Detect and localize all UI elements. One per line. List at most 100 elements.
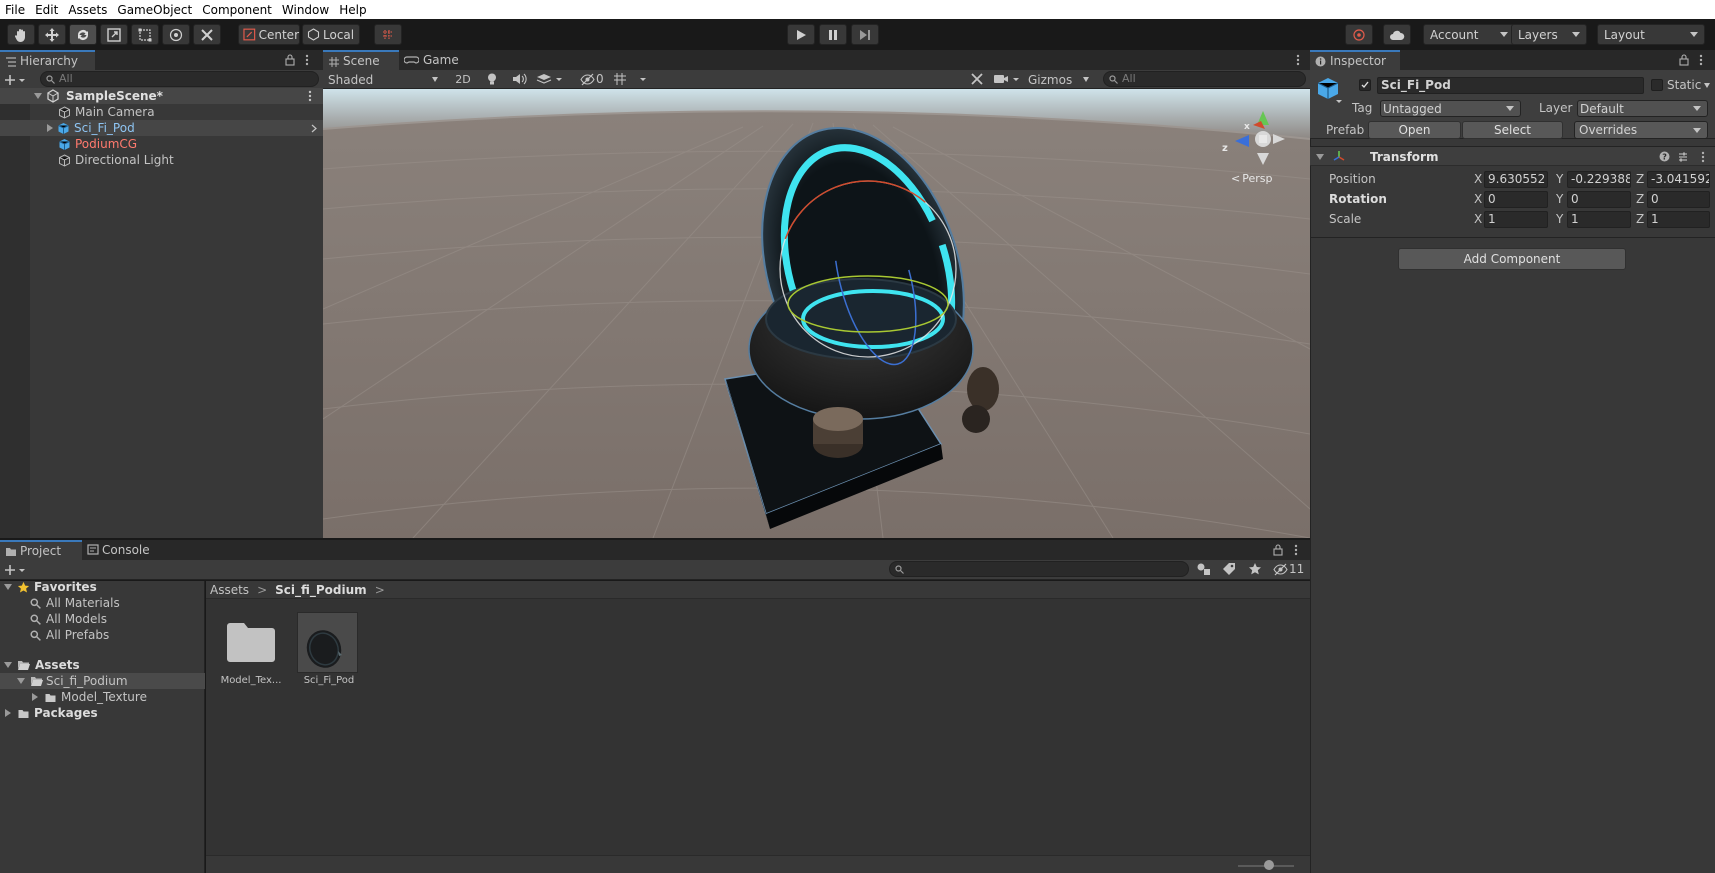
tree-fav-all-prefabs[interactable]: All Prefabs xyxy=(0,627,205,643)
layers-dropdown[interactable]: Layers xyxy=(1511,24,1587,45)
lighting-toggle[interactable] xyxy=(485,72,499,86)
tree-packages[interactable]: Packages xyxy=(0,705,205,721)
rotate-tool-button[interactable] xyxy=(69,24,97,45)
move-tool-button[interactable] xyxy=(38,24,66,45)
position-z-field[interactable]: -3.041592 xyxy=(1647,171,1710,188)
grid-toggle[interactable] xyxy=(612,72,646,86)
position-y-field[interactable]: -0.229388 xyxy=(1567,171,1631,188)
menu-edit[interactable]: Edit xyxy=(30,3,63,17)
help-icon[interactable]: ? xyxy=(1659,151,1670,162)
tree-fav-all-models[interactable]: All Models xyxy=(0,611,205,627)
effects-toggle[interactable] xyxy=(536,72,562,86)
kebab-menu-icon[interactable] xyxy=(1294,544,1298,556)
add-component-button[interactable]: Add Component xyxy=(1398,248,1626,270)
asset-tile-model-texture[interactable]: Model_Tex... xyxy=(218,611,284,691)
step-button[interactable] xyxy=(851,24,879,45)
kebab-menu-icon[interactable] xyxy=(1296,54,1300,66)
scale-z-field[interactable]: 1 xyxy=(1647,211,1710,228)
play-button[interactable] xyxy=(787,24,815,45)
prefab-select-button[interactable]: Select xyxy=(1462,121,1563,139)
icon-size-slider-handle[interactable] xyxy=(1264,860,1274,870)
menu-assets[interactable]: Assets xyxy=(63,3,112,17)
object-name-field[interactable]: Sci_Fi_Pod xyxy=(1377,77,1644,94)
project-create-button[interactable] xyxy=(4,562,30,578)
account-dropdown[interactable]: Account xyxy=(1423,24,1515,45)
transform-header[interactable]: Transform ? xyxy=(1310,146,1715,166)
hierarchy-item-sci-fi-pod[interactable]: Sci_Fi_Pod xyxy=(0,120,323,136)
scale-y-field[interactable]: 1 xyxy=(1567,211,1631,228)
rect-tool-button[interactable] xyxy=(131,24,159,45)
hierarchy-item-directional-light[interactable]: Directional Light xyxy=(0,152,323,168)
tab-project[interactable]: Project xyxy=(0,540,82,560)
lock-icon[interactable] xyxy=(285,54,295,66)
scene-visibility-toggle[interactable]: 0 xyxy=(580,72,604,86)
camera-settings-toggle[interactable] xyxy=(993,72,1023,86)
scene-row[interactable]: SampleScene* xyxy=(0,88,323,104)
layout-dropdown[interactable]: Layout xyxy=(1597,24,1705,45)
audio-toggle[interactable] xyxy=(512,72,527,86)
chevron-down-icon[interactable] xyxy=(1704,83,1710,88)
asset-tile-sci-fi-pod[interactable]: Sci_Fi_Pod xyxy=(296,611,362,691)
menu-component[interactable]: Component xyxy=(197,3,277,17)
scale-x-field[interactable]: 1 xyxy=(1484,211,1548,228)
scene-search-input[interactable]: All xyxy=(1103,71,1306,87)
tree-fav-all-materials[interactable]: All Materials xyxy=(0,595,205,611)
tag-dropdown[interactable]: Untagged xyxy=(1380,100,1521,117)
kebab-menu-icon[interactable] xyxy=(305,54,309,66)
search-by-type-icon[interactable] xyxy=(1196,562,1212,576)
hand-tool-button[interactable] xyxy=(7,24,35,45)
tools-toggle[interactable] xyxy=(970,72,984,86)
menu-file[interactable]: File xyxy=(0,3,30,17)
preset-sliders-icon[interactable] xyxy=(1677,151,1689,163)
layer-dropdown[interactable]: Default xyxy=(1577,100,1708,117)
lock-icon[interactable] xyxy=(1679,54,1689,66)
tree-favorites[interactable]: Favorites xyxy=(0,579,205,595)
lock-icon[interactable] xyxy=(1273,544,1283,556)
active-checkbox[interactable] xyxy=(1359,79,1371,91)
shading-mode-dropdown[interactable]: Shaded xyxy=(325,71,443,88)
cloud-button[interactable] xyxy=(1383,24,1411,45)
position-x-field[interactable]: 9.630552 xyxy=(1484,171,1548,188)
menu-help[interactable]: Help xyxy=(334,3,371,17)
custom-tool-button[interactable] xyxy=(193,24,221,45)
breadcrumb-assets[interactable]: Assets xyxy=(210,583,249,597)
hierarchy-item-main-camera[interactable]: Main Camera xyxy=(0,104,323,120)
collab-button[interactable] xyxy=(1345,24,1373,45)
perspective-toggle[interactable]: < Persp xyxy=(1231,172,1272,185)
prefab-open-button[interactable]: Open xyxy=(1368,121,1461,139)
hierarchy-search-input[interactable]: All xyxy=(40,71,319,87)
kebab-menu-icon[interactable] xyxy=(308,90,312,102)
rotation-y-field[interactable]: 0 xyxy=(1567,191,1631,208)
star-icon[interactable] xyxy=(1248,562,1262,576)
tab-scene[interactable]: Scene xyxy=(323,50,399,70)
rotation-z-field[interactable]: 0 xyxy=(1647,191,1710,208)
prefab-overrides-dropdown[interactable]: Overrides xyxy=(1574,121,1708,139)
grid-snap-button[interactable] xyxy=(374,24,402,45)
static-checkbox[interactable] xyxy=(1651,79,1663,91)
space-local-toggle[interactable]: Local xyxy=(302,24,360,45)
tab-game[interactable]: Game xyxy=(399,50,465,70)
menu-window[interactable]: Window xyxy=(277,3,334,17)
breadcrumb-folder[interactable]: Sci_fi_Podium xyxy=(275,583,367,597)
tag-label-icon[interactable] xyxy=(1222,562,1236,576)
transform-tool-button[interactable] xyxy=(162,24,190,45)
tree-assets[interactable]: Assets xyxy=(0,657,205,673)
chevron-right-icon[interactable] xyxy=(311,124,317,133)
project-visibility-toggle[interactable]: 11 xyxy=(1273,562,1304,576)
tab-inspector[interactable]: Inspector xyxy=(1310,50,1400,70)
scene-viewport[interactable]: z x < Persp xyxy=(323,89,1310,538)
create-button[interactable] xyxy=(4,72,30,88)
tab-console[interactable]: Console xyxy=(82,540,162,560)
pause-button[interactable] xyxy=(819,24,847,45)
pivot-center-toggle[interactable]: Center xyxy=(238,24,300,45)
tree-sci-fi-podium[interactable]: Sci_fi_Podium xyxy=(0,673,205,689)
rotation-x-field[interactable]: 0 xyxy=(1484,191,1548,208)
gizmos-dropdown[interactable]: Gizmos xyxy=(1026,71,1094,88)
tree-model-texture[interactable]: Model_Texture xyxy=(0,689,205,705)
kebab-menu-icon[interactable] xyxy=(1699,54,1703,66)
scale-tool-button[interactable] xyxy=(100,24,128,45)
hierarchy-item-podiumcg[interactable]: PodiumCG xyxy=(0,136,323,152)
toggle-2d-button[interactable]: 2D xyxy=(451,71,475,88)
project-search-input[interactable] xyxy=(889,561,1189,577)
kebab-menu-icon[interactable] xyxy=(1701,151,1705,163)
